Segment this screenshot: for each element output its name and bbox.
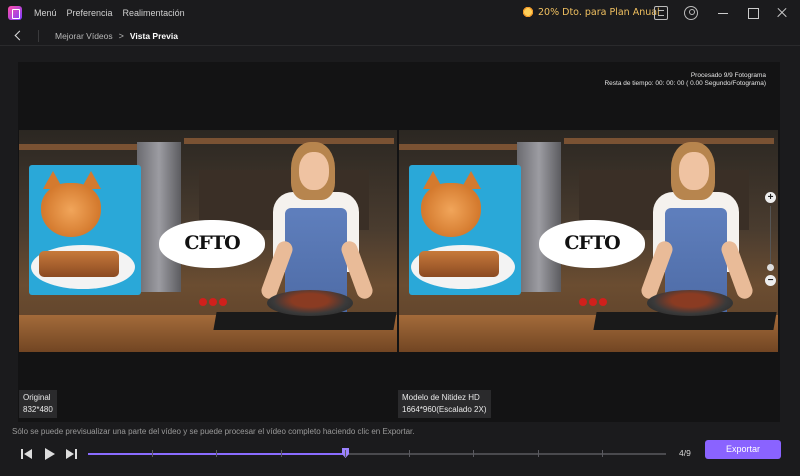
- timeline-tick: [216, 450, 217, 457]
- zoom-in-icon[interactable]: +: [765, 192, 776, 203]
- enhanced-title: Modelo de Nitidez HD: [402, 393, 480, 402]
- shelf: [564, 138, 774, 144]
- next-frame-icon[interactable]: [66, 448, 78, 460]
- player-controls: 4/9 Exportar: [0, 440, 800, 466]
- zoom-slider-track[interactable]: [770, 206, 771, 270]
- fridge: [517, 142, 561, 292]
- menu-item-menu[interactable]: Menú: [34, 8, 57, 18]
- cat-head: [41, 183, 101, 237]
- title-bar: Menú Preferencia Realimentación: [0, 0, 800, 26]
- tomato: [579, 298, 587, 306]
- original-title: Original: [23, 393, 51, 402]
- timeline-tick: [602, 450, 603, 457]
- back-arrow-icon[interactable]: [12, 30, 24, 42]
- timeline-tick: [281, 450, 282, 457]
- maximize-icon[interactable]: [746, 6, 760, 20]
- app-logo-icon: [8, 6, 22, 20]
- pie: [419, 251, 499, 277]
- kitchen-scene: CFTO: [19, 130, 397, 352]
- previous-frame-icon[interactable]: [21, 448, 33, 460]
- play-icon[interactable]: [43, 448, 55, 460]
- chevron-right-icon: >: [118, 30, 124, 41]
- breadcrumb-parent[interactable]: Mejorar Vídeos: [55, 31, 113, 41]
- menu-item-feedback[interactable]: Realimentación: [123, 8, 185, 18]
- remaining-time: Resta de tiempo: 00: 00: 00 ( 0.00 Segun…: [604, 80, 766, 87]
- breadcrumb-current: Vista Previa: [129, 30, 178, 41]
- processing-info: Procesado 9/9 Fotograma Resta de tiempo:…: [604, 72, 766, 88]
- timeline-tick: [538, 450, 539, 457]
- minimize-icon[interactable]: [716, 6, 730, 20]
- sun-icon: [522, 6, 534, 18]
- timeline-tick: [345, 450, 346, 457]
- menu-item-preferences[interactable]: Preferencia: [67, 8, 113, 18]
- zoom-slider-handle[interactable]: [767, 264, 774, 271]
- user-icon[interactable]: [684, 6, 698, 20]
- zoom-out-icon[interactable]: −: [765, 275, 776, 286]
- kitchen-scene: CFTO: [399, 130, 778, 352]
- speech-bubble-text: CFTO: [184, 232, 240, 254]
- original-video: CFTO: [19, 130, 397, 352]
- message-icon[interactable]: [654, 6, 668, 20]
- divider: [38, 29, 39, 42]
- cat-picture: [409, 165, 521, 295]
- shelf: [399, 144, 517, 150]
- shelf: [19, 144, 137, 150]
- tomato: [599, 298, 607, 306]
- enhanced-label: Modelo de Nitidez HD 1664*960(Escalado 2…: [398, 390, 491, 418]
- enhanced-video: CFTO: [399, 130, 778, 352]
- tomato: [589, 298, 597, 306]
- preview-panel: Procesado 9/9 Fotograma Resta de tiempo:…: [18, 62, 780, 422]
- timeline-slider[interactable]: [88, 448, 666, 458]
- timeline-tick: [473, 450, 474, 457]
- export-button[interactable]: Exportar: [705, 440, 781, 459]
- tomato: [209, 298, 217, 306]
- frame-counter: 4/9: [679, 448, 691, 458]
- woman-face: [679, 152, 709, 190]
- pan: [267, 290, 353, 316]
- woman-face: [299, 152, 329, 190]
- tomato: [199, 298, 207, 306]
- promo-banner[interactable]: 20% Dto. para Plan Anual: [522, 6, 660, 18]
- timeline-tick: [152, 450, 153, 457]
- cat-head: [421, 183, 481, 237]
- close-icon[interactable]: [775, 6, 789, 20]
- preview-note: Sólo se puede previsualizar una parte de…: [12, 427, 415, 436]
- enhanced-resolution: 1664*960(Escalado 2X): [402, 405, 487, 414]
- breadcrumb: Mejorar Vídeos > Vista Previa: [0, 26, 800, 46]
- pie: [39, 251, 119, 277]
- speech-bubble-text: CFTO: [564, 232, 620, 254]
- promo-text: 20% Dto. para Plan Anual: [538, 6, 660, 18]
- fridge: [137, 142, 181, 292]
- original-resolution: 832*480: [23, 405, 53, 414]
- cat-picture: [29, 165, 141, 295]
- processed-frames: Procesado 9/9 Fotograma: [690, 72, 766, 79]
- timeline-tick: [409, 450, 410, 457]
- original-label: Original 832*480: [19, 390, 57, 418]
- tomato: [219, 298, 227, 306]
- shelf: [184, 138, 394, 144]
- pan: [647, 290, 733, 316]
